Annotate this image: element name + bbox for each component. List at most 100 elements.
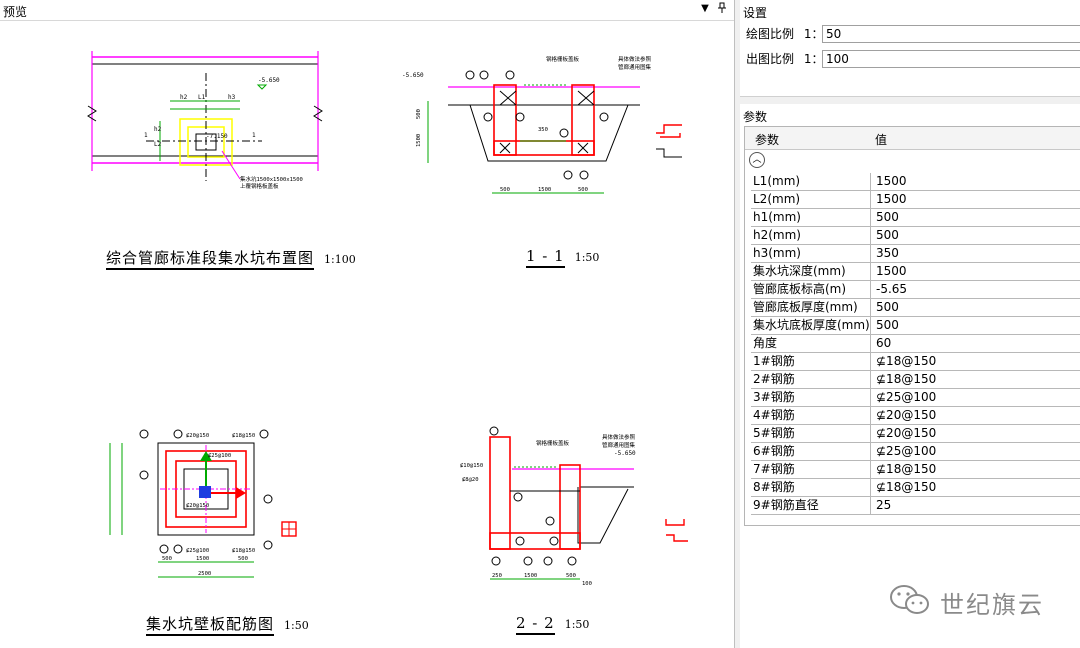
- chevron-down-icon[interactable]: ▼: [698, 2, 712, 16]
- section-1-drawing: -5.650 钢格栅板盖板 具体做法参照 管廊通用图集 500 1500 500…: [402, 55, 682, 194]
- param-name: 管廊底板厚度(mm): [751, 299, 871, 316]
- s1-top-note-2: 具体做法参照: [618, 55, 652, 63]
- plan-h2b-label: h2: [154, 126, 162, 133]
- param-row[interactable]: 管廊底板厚度(mm) 500: [751, 299, 1080, 317]
- draw-scale-input[interactable]: 50: [822, 25, 1080, 43]
- param-row[interactable]: h1(mm) 500: [751, 209, 1080, 227]
- param-value[interactable]: ⊈18@150: [876, 371, 936, 388]
- param-value[interactable]: 60: [876, 335, 891, 352]
- s2-top-note-3: 管廊通用图集: [602, 441, 636, 449]
- param-row[interactable]: 管廊底板标高(m) -5.65: [751, 281, 1080, 299]
- col-header-name[interactable]: 参数: [755, 131, 779, 148]
- s1-top-note-3: 管廊通用图集: [618, 63, 652, 71]
- preview-title: 预览: [3, 5, 28, 19]
- preview-header: 预览 ▼: [0, 0, 734, 21]
- param-row[interactable]: 1#钢筋 ⊈18@150: [751, 353, 1080, 371]
- param-name: 集水坑底板厚度(mm): [753, 317, 871, 334]
- s2-dim-end: 100: [582, 581, 592, 587]
- param-value[interactable]: ⊈20@150: [876, 425, 936, 442]
- params-rows: L1(mm) 1500 L2(mm) 1500 h1(mm) 500 h2(mm) 500 h3…: [751, 173, 1080, 515]
- drawing-canvas[interactable]: -5.650 L1 h2 h3 h2 L2 1 1 -7.150 集水坑1500…: [0, 21, 734, 648]
- section-2-caption: 2 - 2 1:50: [516, 614, 589, 635]
- params-grid-header: 参数 值: [745, 127, 1080, 150]
- param-value[interactable]: 500: [876, 227, 899, 244]
- params-panel: 参数 参数 值 ︿ L1(mm) 1500 L2(mm) 1500 h1(mm) 500 h…: [740, 104, 1080, 648]
- collapse-icon[interactable]: ︿: [749, 152, 765, 168]
- s2-dim-left: 250: [492, 573, 502, 579]
- param-name: 9#钢筋直径: [751, 497, 871, 514]
- param-row[interactable]: h3(mm) 350: [751, 245, 1080, 263]
- plan-note-1: 集水坑1500x1500x1500: [240, 175, 303, 183]
- param-row[interactable]: 8#钢筋 ⊈18@150: [751, 479, 1080, 497]
- param-row[interactable]: 9#钢筋直径 25: [751, 497, 1080, 515]
- param-row[interactable]: 角度 60: [751, 335, 1080, 353]
- param-value[interactable]: ⊈25@100: [876, 443, 936, 460]
- param-value[interactable]: ⊈20@150: [876, 407, 936, 424]
- param-value[interactable]: 350: [876, 245, 899, 262]
- s1-dim-v1: 500: [416, 109, 422, 119]
- s2-bar2-label: ⊈8@20: [462, 476, 479, 483]
- col-header-value[interactable]: 值: [875, 131, 887, 148]
- plan-drawing: -5.650 L1 h2 h3 h2 L2 1 1 -7.150 集水坑1500…: [87, 51, 323, 190]
- wall-rebar-1: ⊈20@150: [186, 432, 209, 439]
- pin-icon[interactable]: [715, 2, 729, 16]
- param-value[interactable]: -5.65: [876, 281, 907, 298]
- plan-elev-label: -5.650: [258, 77, 280, 84]
- param-row[interactable]: L2(mm) 1500: [751, 191, 1080, 209]
- param-value[interactable]: ⊈18@150: [876, 461, 936, 478]
- s2-elev-label: -5.650: [614, 450, 636, 457]
- param-row[interactable]: 6#钢筋 ⊈25@100: [751, 443, 1080, 461]
- settings-title: 设置: [743, 6, 768, 20]
- wall-rebar-4: ⊈20@150: [186, 502, 209, 509]
- param-name: 3#钢筋: [751, 389, 871, 406]
- param-name: 2#钢筋: [751, 371, 871, 388]
- s1-top-note-1: 钢格栅板盖板: [546, 55, 580, 63]
- draw-scale-row: 绘图比例 1：: [746, 25, 823, 43]
- param-value[interactable]: ⊈25@100: [876, 389, 936, 406]
- param-name: 6#钢筋: [751, 443, 871, 460]
- param-row[interactable]: 7#钢筋 ⊈18@150: [751, 461, 1080, 479]
- param-value[interactable]: 25: [876, 497, 891, 514]
- param-name: 5#钢筋: [751, 425, 871, 442]
- s2-top-note-1: 钢格栅板盖板: [536, 439, 570, 447]
- output-scale-input[interactable]: 100: [822, 50, 1080, 68]
- param-row[interactable]: 3#钢筋 ⊈25@100: [751, 389, 1080, 407]
- section-2-drawing: -5.650 钢格栅板盖板 具体做法参照 管廊通用图集 ⊈10@150 ⊈8@2…: [460, 426, 688, 587]
- param-value[interactable]: 1500: [876, 173, 907, 190]
- wall-rebar-5: ⊈25@100: [186, 547, 209, 554]
- param-value[interactable]: 500: [876, 299, 899, 316]
- s1-dim-right: 500: [578, 187, 588, 193]
- s1-dim-h: 350: [538, 127, 548, 133]
- params-title: 参数: [743, 110, 768, 124]
- output-scale-prefix: 1：: [803, 52, 824, 66]
- output-scale-row: 出图比例 1：: [746, 50, 823, 68]
- param-row[interactable]: h2(mm) 500: [751, 227, 1080, 245]
- param-value[interactable]: 500: [876, 209, 899, 226]
- param-row[interactable]: 2#钢筋 ⊈18@150: [751, 371, 1080, 389]
- param-row[interactable]: L1(mm) 1500: [751, 173, 1080, 191]
- plan-title: 综合管廊标准段集水坑布置图: [106, 249, 315, 270]
- param-row[interactable]: 4#钢筋 ⊈20@150: [751, 407, 1080, 425]
- param-name: h1(mm): [751, 209, 871, 226]
- param-name: L2(mm): [751, 191, 871, 208]
- param-row[interactable]: 集水坑底板厚度(mm) 500: [751, 317, 1080, 335]
- wall-title: 集水坑壁板配筋图: [146, 615, 275, 636]
- param-row[interactable]: 集水坑深度(mm) 1500: [751, 263, 1080, 281]
- param-value[interactable]: 1500: [876, 191, 907, 208]
- param-value[interactable]: 1500: [876, 263, 907, 280]
- section-1-scale: 1:50: [574, 251, 600, 264]
- s1-dim-v2: 1500: [416, 134, 422, 147]
- section-1-title: 1 - 1: [526, 247, 565, 268]
- param-value[interactable]: ⊈18@150: [876, 479, 936, 496]
- param-value[interactable]: ⊈18@150: [876, 353, 936, 370]
- param-name: L1(mm): [751, 173, 871, 190]
- param-row[interactable]: 5#钢筋 ⊈20@150: [751, 425, 1080, 443]
- wall-drawing: ⊈20@150 ⊈18@150 ⊈25@100 ⊈20@150 ⊈25@100 …: [109, 429, 297, 578]
- s2-top-note-2: 具体做法参照: [602, 433, 636, 441]
- plan-h3-label: h3: [228, 94, 236, 101]
- plan-one-right: 1: [252, 132, 256, 139]
- param-name: 1#钢筋: [751, 353, 871, 370]
- wall-rebar-3: ⊈25@100: [208, 452, 231, 459]
- plan-l1-label: L1: [198, 94, 206, 101]
- param-value[interactable]: 500: [876, 317, 899, 334]
